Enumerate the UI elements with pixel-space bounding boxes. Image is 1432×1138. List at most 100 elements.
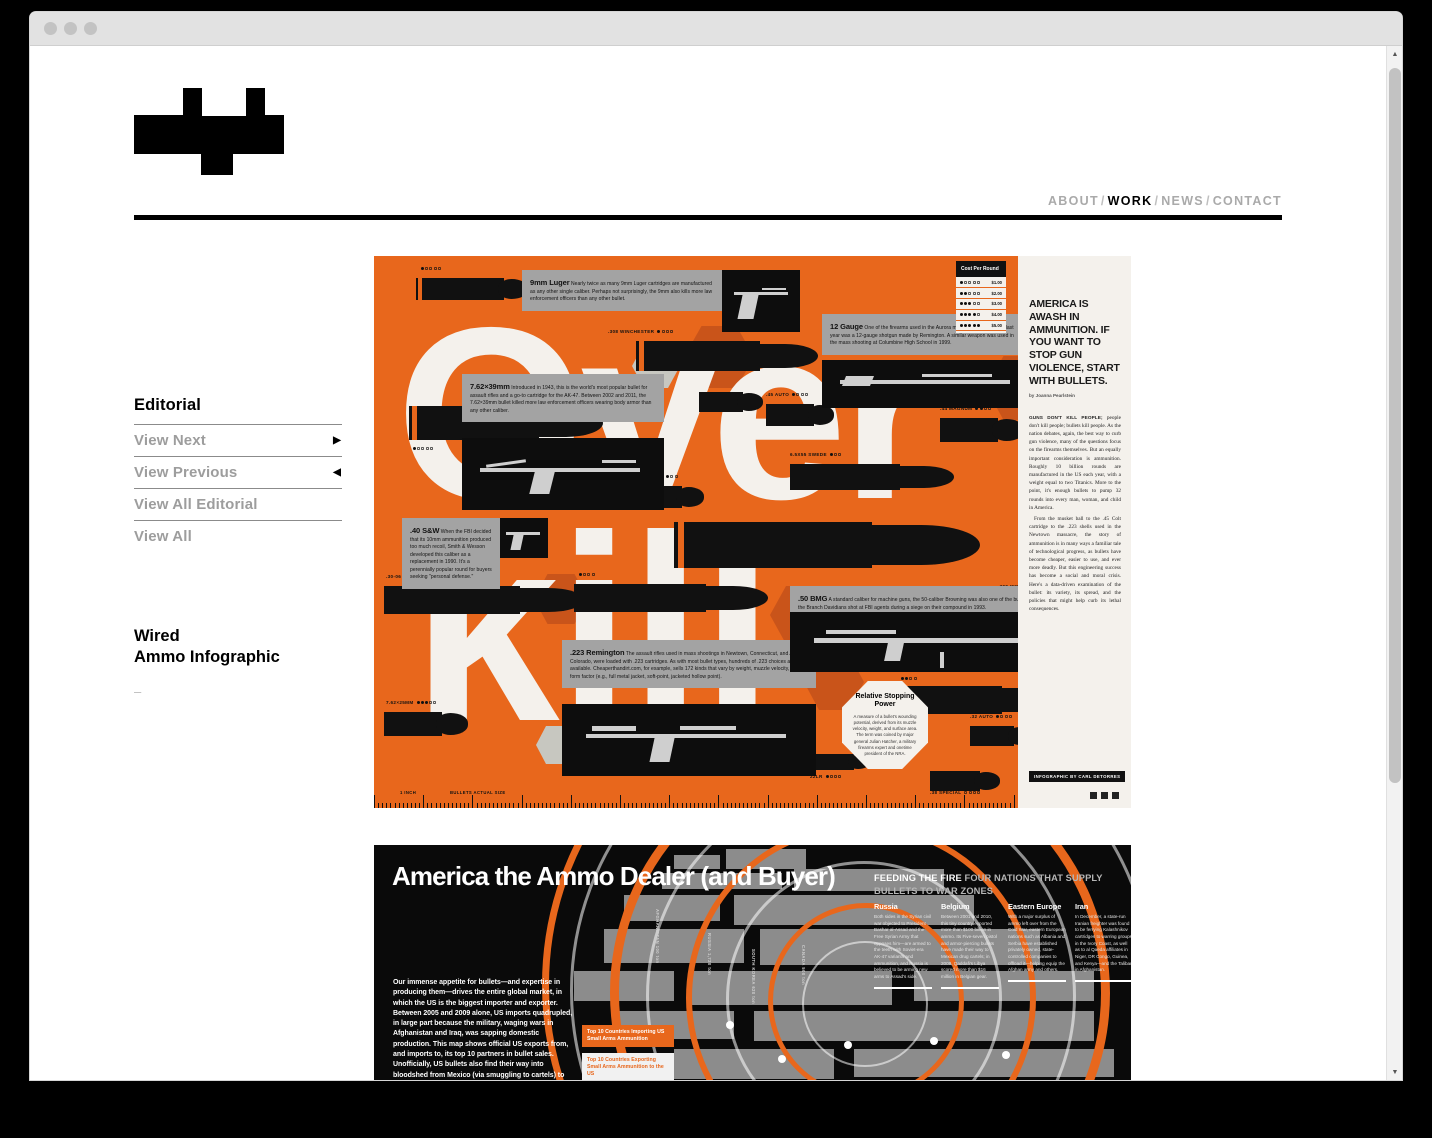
chevron-left-icon: ◀ [333, 467, 341, 478]
callout-text: A standard caliber for machine guns, the… [798, 597, 1039, 611]
bullet-30-06-springfield [384, 586, 584, 614]
ruler-tick [673, 803, 675, 808]
content-row: Editorial View Next ▶ View Previous ◀ Vi… [134, 220, 1282, 1080]
ruler-tick [792, 803, 793, 808]
nav-item-news[interactable]: NEWS [1161, 194, 1204, 208]
nav-item-contact[interactable]: CONTACT [1213, 194, 1282, 208]
ruler-tick [611, 803, 613, 808]
nav-item-about[interactable]: ABOUT [1048, 194, 1099, 208]
ruler-tick [759, 803, 761, 808]
ruler-tick [656, 803, 658, 808]
cost-price: $3.00 [991, 301, 1002, 307]
ruler-tick [501, 803, 502, 808]
ruler-tick [775, 803, 777, 808]
twitter-icon[interactable] [1101, 792, 1108, 799]
ruler-tick [579, 803, 580, 808]
ruler-tick [574, 803, 576, 808]
infographic-byline: by Joanna Pearlstein [1029, 392, 1075, 398]
body-paragraph-2: From the musket ball to the .45 Colt car… [1029, 516, 1121, 613]
callout-title: 7.62×39mm [470, 382, 510, 391]
bullet-label: .32 AUTO [970, 714, 1013, 719]
ruler-tick [960, 803, 962, 808]
bullet-label: .45 AUTO [766, 392, 809, 397]
ruler-tick [849, 803, 851, 808]
nation-name: Belgium [941, 902, 970, 911]
infographic-body-text: GUNS DON'T KILL PEOPLE; people don't kil… [1029, 414, 1121, 614]
barrett-rifle-illustration [790, 612, 1052, 672]
project-title: Wired Ammo Infographic [134, 626, 342, 668]
carl-detorres-logo[interactable] [134, 88, 284, 175]
sidebar-item-view-next[interactable]: View Next ▶ [134, 424, 342, 456]
ruler-tick [505, 803, 506, 808]
map-node [844, 1041, 852, 1049]
pistol-illustration [722, 270, 800, 332]
sidebar-category-heading: Editorial [134, 396, 201, 414]
ruler-tick [767, 795, 769, 808]
ruler-tick [779, 803, 781, 808]
ruler-tick [570, 795, 572, 808]
zoom-button[interactable] [84, 22, 97, 35]
ruler-tick [488, 803, 490, 808]
callout-title: .40 S&W [410, 526, 440, 535]
cost-price: $2.00 [991, 290, 1002, 296]
ruler-tick [652, 803, 654, 808]
ruler-tick [484, 803, 486, 808]
ruler-tick [697, 803, 699, 808]
ruler-tick [1005, 803, 1007, 808]
ruler-tick [689, 803, 691, 808]
sidebar-item-view-previous[interactable]: View Previous ◀ [134, 456, 342, 488]
vertical-scrollbar[interactable]: ▲ ▼ [1386, 46, 1402, 1080]
ruler-tick [1009, 803, 1011, 808]
ruler-tick [402, 803, 404, 808]
email-icon[interactable] [1112, 792, 1119, 799]
ruler-tick [460, 803, 461, 808]
cost-dots [960, 291, 981, 296]
bullet-label: .308 WINCHESTER [608, 329, 674, 334]
ruler-tick [472, 795, 474, 808]
nav-separator: / [1205, 194, 1211, 208]
minimize-button[interactable] [64, 22, 77, 35]
ruler-tick [382, 803, 383, 808]
ruler-tick [738, 803, 740, 808]
ruler-tick [919, 803, 921, 808]
sidebar-item-view-all-editorial[interactable]: View All Editorial [134, 488, 342, 520]
ruler-tick [599, 803, 601, 808]
nation-baseline [941, 986, 999, 989]
ammo-dealer-infographic[interactable]: America the Ammo Dealer (and Buyer) Our … [374, 845, 1131, 1080]
scroll-up-arrow[interactable]: ▲ [1387, 46, 1402, 62]
bullet-label [410, 446, 434, 451]
facebook-icon[interactable] [1090, 792, 1097, 799]
ruler-tick [529, 803, 531, 808]
ruler-tick [702, 803, 703, 808]
sidebar-item-view-all[interactable]: View All [134, 520, 342, 552]
ruler-tick [615, 803, 617, 808]
overkill-infographic[interactable]: Over kill [374, 256, 1131, 808]
ruler-tick [948, 803, 949, 808]
ruler-tick [784, 803, 785, 808]
ruler-tick [525, 803, 527, 808]
ruler-tick [812, 803, 814, 808]
cost-dots [960, 280, 981, 285]
ruler-tick [620, 795, 621, 808]
scrollbar-thumb[interactable] [1389, 68, 1401, 783]
nation-eastern-europe: Eastern Europe With a major surplus of a… [1008, 902, 1066, 989]
bullet-50-bmg [674, 522, 980, 568]
nation-name: Eastern Europe [1008, 902, 1062, 911]
ruler-tick [882, 803, 884, 808]
ruler-tick [435, 803, 437, 808]
main-navigation: ABOUT / WORK / NEWS / CONTACT [134, 194, 1282, 215]
nav-item-work[interactable]: WORK [1108, 194, 1153, 208]
ruler-tick [837, 803, 839, 808]
bullet-label [418, 266, 442, 271]
ruler-tick [497, 803, 498, 808]
scroll-down-arrow[interactable]: ▼ [1387, 1064, 1402, 1080]
ruler-tick [874, 803, 875, 808]
ruler-tick [730, 803, 732, 808]
ruler-tick [866, 795, 867, 808]
nation-baseline [874, 986, 932, 989]
close-button[interactable] [44, 22, 57, 35]
ruler-tick [693, 803, 695, 808]
ruler-inch-label: 1 INCH [400, 790, 417, 795]
ruler-tick [714, 803, 716, 808]
ruler-tick [722, 803, 724, 808]
